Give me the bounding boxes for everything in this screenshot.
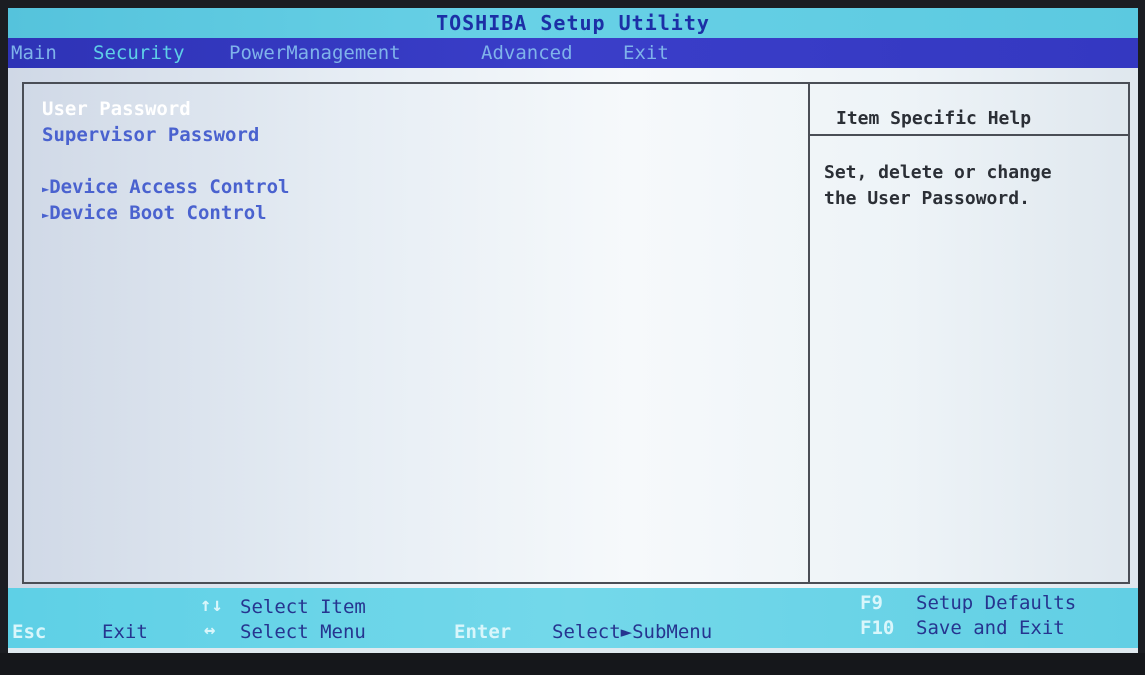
left-right-arrows-icon: ↔ bbox=[204, 619, 216, 641]
f9-key[interactable]: F9 bbox=[860, 592, 883, 614]
panel-divider bbox=[808, 84, 810, 582]
f10-key[interactable]: F10 bbox=[860, 617, 894, 639]
main-area: User Password Supervisor Password ►Devic… bbox=[8, 68, 1138, 588]
select-item-hint: Select Item bbox=[240, 596, 366, 618]
enter-key[interactable]: Enter bbox=[454, 621, 511, 643]
footer-key-bar: ↑↓ Select Item Esc Exit ↔ Select Menu En… bbox=[8, 588, 1138, 648]
setup-defaults-hint: Setup Defaults bbox=[916, 592, 1077, 614]
up-down-arrows-icon: ↑↓ bbox=[200, 594, 223, 616]
device-access-control-label: Device Access Control bbox=[49, 176, 290, 198]
menu-bar: Main Security PowerManagement Advanced E… bbox=[8, 38, 1138, 68]
select-menu-hint: Select Menu bbox=[240, 621, 366, 643]
select-submenu-hint: Select►SubMenu bbox=[552, 621, 713, 643]
user-password-option[interactable]: User Password bbox=[42, 98, 191, 120]
title-bar: TOSHIBA Setup Utility bbox=[8, 8, 1138, 38]
tab-security[interactable]: Security bbox=[90, 38, 188, 68]
tab-main[interactable]: Main bbox=[8, 38, 60, 68]
device-boot-control-label: Device Boot Control bbox=[49, 202, 267, 224]
device-access-control-option[interactable]: ►Device Access Control bbox=[42, 176, 289, 198]
save-and-exit-hint: Save and Exit bbox=[916, 617, 1065, 639]
help-separator bbox=[810, 134, 1130, 136]
tab-exit[interactable]: Exit bbox=[620, 38, 672, 68]
app-title: TOSHIBA Setup Utility bbox=[436, 11, 710, 35]
exit-hint: Exit bbox=[102, 621, 148, 643]
bios-screen: TOSHIBA Setup Utility Main Security Powe… bbox=[8, 8, 1138, 653]
help-title: Item Specific Help bbox=[836, 108, 1032, 129]
help-text: Set, delete or change the User Passoword… bbox=[824, 162, 1052, 209]
esc-key[interactable]: Esc bbox=[12, 621, 46, 643]
panel-frame: User Password Supervisor Password ►Devic… bbox=[22, 82, 1130, 584]
tab-advanced[interactable]: Advanced bbox=[478, 38, 576, 68]
tab-power-management[interactable]: PowerManagement bbox=[226, 38, 404, 68]
device-boot-control-option[interactable]: ►Device Boot Control bbox=[42, 202, 267, 224]
monitor-bezel bbox=[0, 653, 1145, 675]
supervisor-password-option[interactable]: Supervisor Password bbox=[42, 124, 259, 146]
